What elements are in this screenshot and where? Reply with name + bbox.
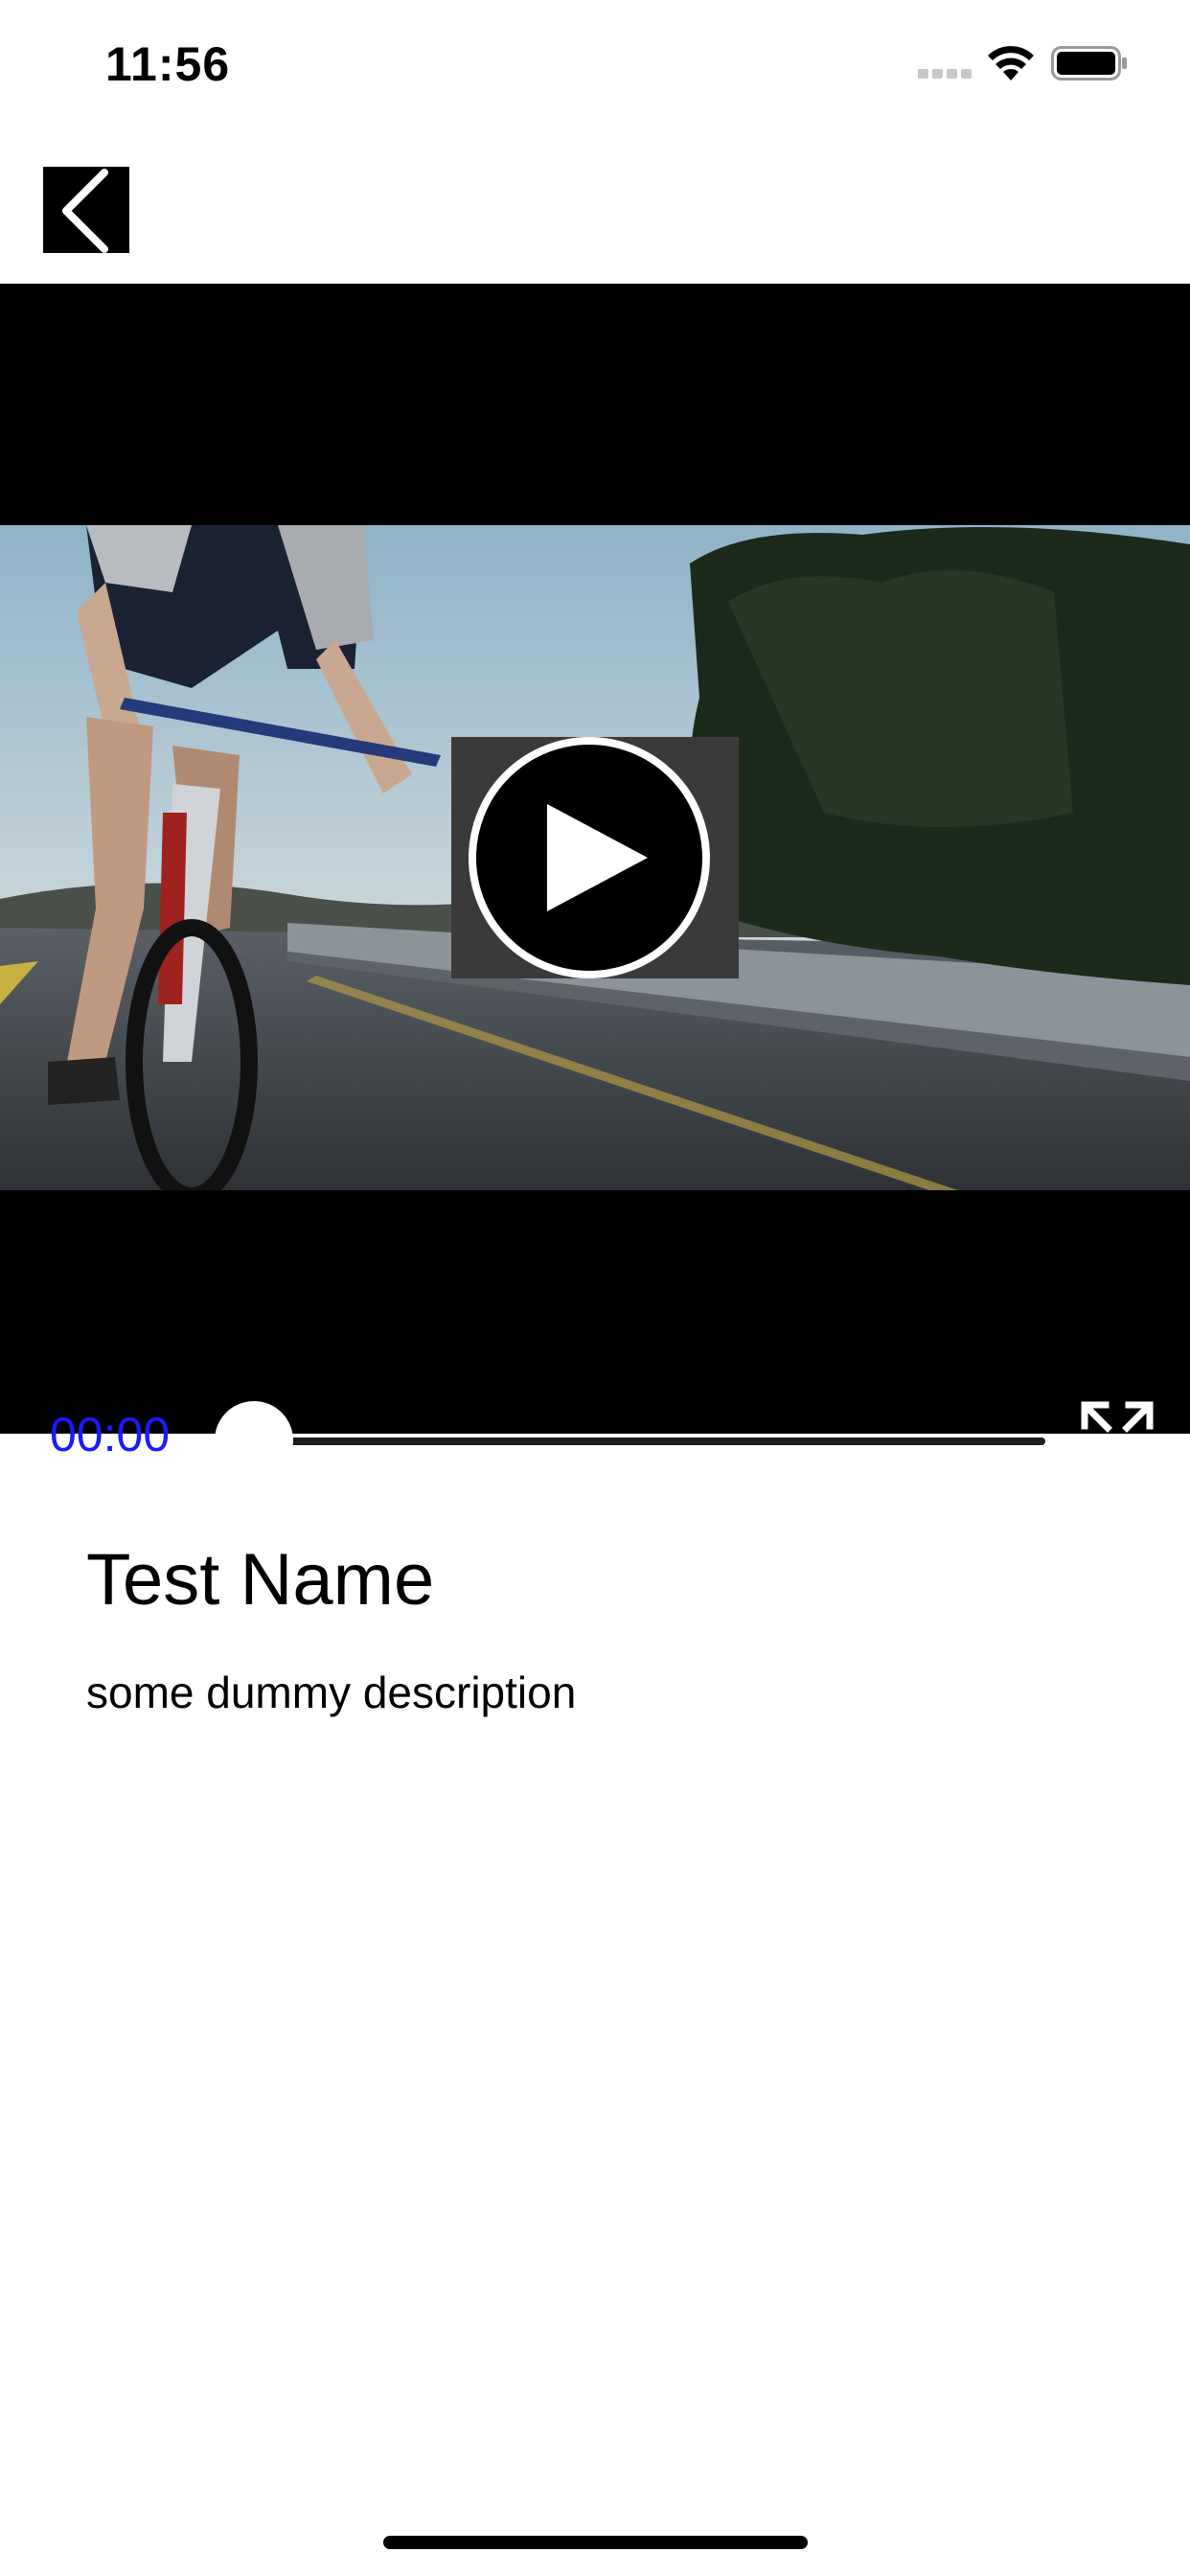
expand-icon	[1081, 1401, 1154, 1474]
status-bar: 11:56	[0, 0, 1190, 134]
back-button[interactable]	[43, 167, 129, 253]
fullscreen-button[interactable]	[1077, 1397, 1157, 1478]
cellular-signal-icon	[918, 69, 972, 79]
wifi-icon	[988, 46, 1034, 80]
home-indicator[interactable]	[383, 2536, 808, 2549]
battery-icon	[1051, 46, 1127, 80]
video-description: some dummy description	[86, 1668, 577, 1717]
status-time: 11:56	[105, 37, 231, 91]
play-button[interactable]	[451, 737, 739, 978]
video-title: Test Name	[86, 1539, 435, 1621]
seek-bar[interactable]	[254, 1438, 1045, 1445]
seek-thumb[interactable]	[215, 1401, 293, 1480]
chevron-left-icon	[62, 169, 108, 253]
play-icon	[469, 737, 710, 978]
player-controls: 00:00	[0, 1319, 1190, 1480]
current-time: 00:00	[50, 1408, 171, 1461]
video-player[interactable]: 00:00	[0, 284, 1190, 1480]
